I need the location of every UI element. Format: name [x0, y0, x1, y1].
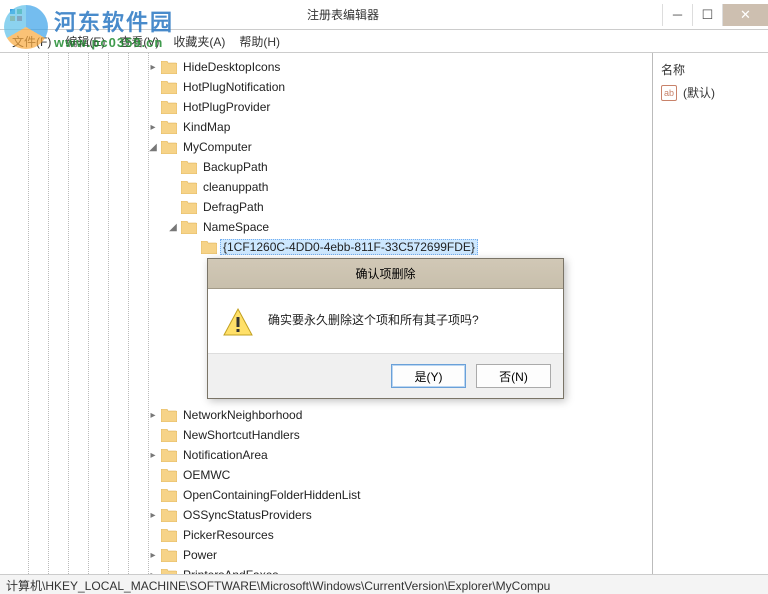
- tree-node[interactable]: OEMWC: [6, 465, 652, 485]
- folder-icon: [160, 99, 178, 115]
- window-titlebar: 注册表编辑器 ─ ☐ ✕: [0, 0, 768, 30]
- window-title: 注册表编辑器: [24, 6, 662, 23]
- tree-node-label: NewShortcutHandlers: [180, 427, 303, 443]
- tree-node[interactable]: NewShortcutHandlers: [6, 425, 652, 445]
- confirm-delete-dialog: 确认项删除 确实要永久删除这个项和所有其子项吗? 是(Y) 否(N): [207, 258, 564, 399]
- tree-node[interactable]: ▸NotificationArea: [6, 445, 652, 465]
- minimize-button[interactable]: ─: [662, 4, 692, 26]
- dialog-no-button[interactable]: 否(N): [476, 364, 551, 388]
- folder-icon: [180, 159, 198, 175]
- folder-icon: [160, 547, 178, 563]
- tree-node-label: PickerResources: [180, 527, 277, 543]
- folder-icon: [160, 447, 178, 463]
- tree-node-label: OpenContainingFolderHiddenList: [180, 487, 363, 503]
- menu-edit[interactable]: 编辑(E): [59, 31, 111, 52]
- tree-node-label: Power: [180, 547, 220, 563]
- tree-node-label: MyComputer: [180, 139, 255, 155]
- tree-node-label: NotificationArea: [180, 447, 271, 463]
- folder-icon: [160, 119, 178, 135]
- tree-node-label: cleanuppath: [200, 179, 271, 195]
- tree-node-label: PrintersAndFaxes: [180, 567, 281, 574]
- dialog-message: 确实要永久删除这个项和所有其子项吗?: [268, 307, 479, 328]
- folder-icon: [160, 527, 178, 543]
- tree-node[interactable]: BackupPath: [6, 157, 652, 177]
- values-header-name: 名称: [661, 59, 760, 84]
- tree-node[interactable]: {1CF1260C-4DD0-4ebb-811F-33C572699FDE}: [6, 237, 652, 257]
- collapse-icon[interactable]: ◢: [166, 222, 180, 233]
- warning-icon: [222, 307, 254, 339]
- tree-node-label: OSSyncStatusProviders: [180, 507, 315, 523]
- folder-icon: [160, 79, 178, 95]
- tree-node-label: NetworkNeighborhood: [180, 407, 305, 423]
- tree-node[interactable]: ▸KindMap: [6, 117, 652, 137]
- pane-splitter[interactable]: [627, 52, 630, 574]
- tree-node-label: DefragPath: [200, 199, 267, 215]
- tree-node[interactable]: DefragPath: [6, 197, 652, 217]
- menubar: 文件(F) 编辑(E) 查看(V) 收藏夹(A) 帮助(H): [0, 30, 768, 52]
- tree-node-label: HideDesktopIcons: [180, 59, 283, 75]
- folder-icon: [160, 467, 178, 483]
- value-row-default[interactable]: ab (默认): [661, 84, 760, 101]
- tree-node-label: KindMap: [180, 119, 233, 135]
- folder-icon: [160, 507, 178, 523]
- folder-icon: [160, 567, 178, 574]
- folder-icon: [160, 139, 178, 155]
- tree-node[interactable]: PickerResources: [6, 525, 652, 545]
- tree-node[interactable]: ◢ NameSpace: [6, 217, 652, 237]
- tree-node[interactable]: ▸OSSyncStatusProviders: [6, 505, 652, 525]
- folder-icon: [180, 199, 198, 215]
- value-name: (默认): [683, 84, 715, 101]
- folder-icon: [200, 239, 218, 255]
- folder-icon: [180, 179, 198, 195]
- tree-node[interactable]: HotPlugProvider: [6, 97, 652, 117]
- window-buttons: ─ ☐ ✕: [662, 4, 768, 26]
- tree-node-label: HotPlugProvider: [180, 99, 273, 115]
- tree-node[interactable]: ▸NetworkNeighborhood: [6, 405, 652, 425]
- dialog-yes-button[interactable]: 是(Y): [391, 364, 466, 388]
- folder-icon: [160, 59, 178, 75]
- folder-icon: [180, 219, 198, 235]
- folder-icon: [160, 427, 178, 443]
- tree-node-label: {1CF1260C-4DD0-4ebb-811F-33C572699FDE}: [220, 239, 478, 255]
- tree-node-label: HotPlugNotification: [180, 79, 288, 95]
- menu-favorites[interactable]: 收藏夹(A): [167, 31, 231, 52]
- tree-node[interactable]: cleanuppath: [6, 177, 652, 197]
- tree-node-label: NameSpace: [200, 219, 272, 235]
- tree-node[interactable]: OpenContainingFolderHiddenList: [6, 485, 652, 505]
- folder-icon: [160, 407, 178, 423]
- tree-node[interactable]: HotPlugNotification: [6, 77, 652, 97]
- tree-node-label: OEMWC: [180, 467, 233, 483]
- app-icon: [8, 7, 24, 23]
- statusbar-path: 计算机\HKEY_LOCAL_MACHINE\SOFTWARE\Microsof…: [6, 579, 550, 593]
- tree-node[interactable]: ▸HideDesktopIcons: [6, 57, 652, 77]
- menu-help[interactable]: 帮助(H): [233, 31, 286, 52]
- maximize-button[interactable]: ☐: [692, 4, 722, 26]
- tree-node-label: BackupPath: [200, 159, 271, 175]
- folder-icon: [160, 487, 178, 503]
- tree-node[interactable]: ▸PrintersAndFaxes: [6, 565, 652, 574]
- statusbar: 计算机\HKEY_LOCAL_MACHINE\SOFTWARE\Microsof…: [0, 574, 768, 594]
- close-button[interactable]: ✕: [722, 4, 768, 26]
- dialog-footer: 是(Y) 否(N): [208, 353, 563, 398]
- tree-node[interactable]: ▸Power: [6, 545, 652, 565]
- dialog-title: 确认项删除: [208, 259, 563, 289]
- dialog-body: 确实要永久删除这个项和所有其子项吗?: [208, 289, 563, 353]
- values-pane[interactable]: 名称 ab (默认): [653, 53, 768, 574]
- menu-view[interactable]: 查看(V): [113, 31, 165, 52]
- menu-file[interactable]: 文件(F): [6, 31, 57, 52]
- tree-node[interactable]: ◢MyComputer: [6, 137, 652, 157]
- string-value-icon: ab: [661, 85, 677, 101]
